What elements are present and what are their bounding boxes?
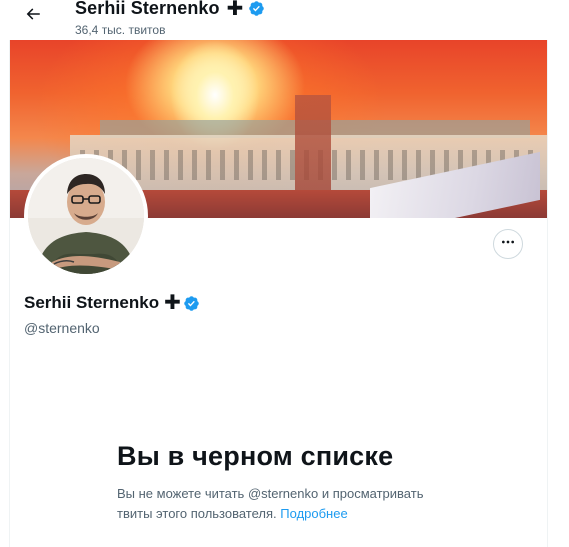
learn-more-link[interactable]: Подробнее	[280, 506, 347, 521]
header-name-suffix: ✚	[226, 0, 244, 20]
avatar[interactable]	[24, 154, 148, 278]
more-horizontal-icon	[500, 234, 516, 255]
back-button[interactable]	[20, 3, 46, 29]
avatar-photo	[28, 158, 144, 274]
arrow-left-icon	[24, 5, 42, 28]
header-title: Serhii Sternenko ✚	[75, 0, 265, 19]
blocked-message: Вы не можете читать @sternenko и просмат…	[117, 484, 447, 524]
verified-badge-icon	[183, 295, 200, 312]
banner-tower	[295, 95, 331, 195]
verified-badge-icon	[248, 0, 265, 17]
profile-header: Serhii Sternenko ✚ 36,4 тыс. твитов	[0, 0, 569, 40]
blocked-message-text: Вы не можете читать @sternenko и просмат…	[117, 486, 424, 521]
profile-name: Serhii Sternenko ✚	[24, 293, 200, 313]
profile-name-suffix: ✚	[164, 292, 181, 314]
profile-display-name: Serhii Sternenko	[24, 293, 160, 312]
header-name: Serhii Sternenko	[75, 0, 220, 18]
tweet-count: 36,4 тыс. твитов	[75, 23, 166, 37]
more-options-button[interactable]	[493, 229, 523, 259]
blocked-title: Вы в черном списке	[117, 441, 394, 471]
profile-handle: @sternenko	[24, 320, 100, 336]
